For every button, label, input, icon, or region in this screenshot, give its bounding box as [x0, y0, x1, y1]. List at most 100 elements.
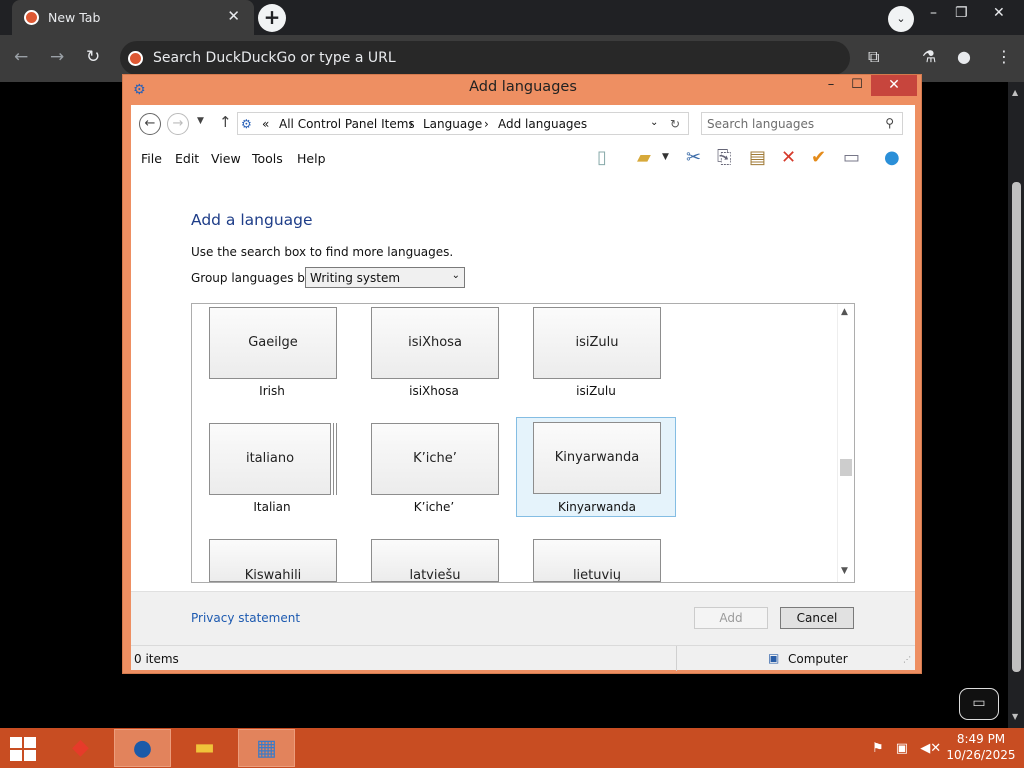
language-tile-italian[interactable]: italiano Italian [192, 420, 352, 520]
window-title: Add languages [469, 79, 577, 95]
tile-caption: isiXhosa [409, 384, 459, 398]
back-icon[interactable]: ← [139, 113, 161, 135]
language-tile-isixhosa[interactable]: isiXhosa isiXhosa [354, 304, 514, 404]
minimize-icon[interactable]: – [930, 5, 937, 21]
folder-options-icon[interactable]: ▰ [637, 147, 651, 168]
recent-pages-chevron-icon[interactable]: ▼ [197, 116, 204, 126]
taskbar: ◆ ● ▬ ▦ ⚑ ▣ ◀✕ 8:49 PM 10/26/2025 [0, 728, 1024, 768]
taskbar-control-panel-icon[interactable]: ▦ [238, 729, 295, 767]
profile-icon[interactable]: ● [957, 47, 971, 66]
privacy-statement-link[interactable]: Privacy statement [191, 611, 300, 625]
refresh-icon[interactable]: ↻ [670, 117, 680, 131]
breadcrumb[interactable]: ⚙ « All Control Panel Items › Language ›… [237, 112, 689, 135]
grid-scrollbar[interactable]: ▲ ▼ [837, 304, 854, 582]
language-tile-isizulu[interactable]: isiZulu isiZulu [516, 304, 676, 404]
address-bar-placeholder: Search DuckDuckGo or type a URL [153, 50, 396, 66]
layout-pane-icon[interactable]: ▯ [597, 147, 607, 168]
language-tile-kiswahili[interactable]: Kiswahili [192, 536, 352, 582]
breadcrumb-language[interactable]: Language [423, 117, 482, 131]
volume-muted-icon[interactable]: ◀✕ [920, 741, 941, 756]
search-languages-field[interactable]: Search languages ⚲ [701, 112, 903, 135]
page-scrollbar[interactable]: ▲ ▼ [1008, 82, 1024, 728]
taskbar-browser-icon[interactable]: ● [114, 729, 171, 767]
scroll-down-icon[interactable]: ▼ [1012, 712, 1018, 721]
tile-caption: Kinyarwanda [558, 500, 636, 514]
status-divider [676, 646, 677, 671]
menu-tools[interactable]: Tools [252, 151, 283, 166]
properties-check-icon[interactable]: ✔ [811, 147, 826, 168]
add-button[interactable]: Add [694, 607, 768, 629]
more-menu-icon[interactable]: ⋮ [996, 47, 1012, 66]
scrollbar-thumb[interactable] [840, 459, 852, 476]
copy-icon[interactable]: ⎘ [717, 147, 731, 168]
language-tile-irish[interactable]: Gaeilge Irish [192, 304, 352, 404]
action-center-flag-icon[interactable]: ⚑ [872, 741, 884, 756]
breadcrumb-separator[interactable]: › [409, 117, 414, 131]
taskbar-app-icon[interactable]: ◆ [52, 729, 109, 767]
tab-search-chevron-icon[interactable]: ⌄ [888, 6, 914, 32]
chat-icon[interactable]: ▭ [959, 688, 999, 720]
tile-native-name: italiano [209, 423, 331, 495]
language-tile-latvian[interactable]: latviešu [354, 536, 514, 582]
clock-time: 8:49 PM [956, 732, 1006, 746]
page-title: Add a language [191, 211, 313, 229]
system-tray: ⚑ ▣ ◀✕ [872, 741, 941, 756]
address-bar[interactable]: Search DuckDuckGo or type a URL [120, 41, 850, 75]
restore-icon[interactable]: ❐ [955, 5, 968, 21]
scroll-down-icon[interactable]: ▼ [841, 566, 848, 576]
tile-caption: Irish [259, 384, 285, 398]
cancel-button[interactable]: Cancel [780, 607, 854, 629]
scrollbar-thumb[interactable] [1012, 182, 1021, 672]
new-tab-button[interactable]: + [258, 4, 286, 32]
back-icon[interactable]: ← [14, 47, 28, 67]
close-window-icon[interactable]: ✕ [993, 5, 1005, 21]
clock[interactable]: 8:49 PM 10/26/2025 [940, 731, 1022, 763]
resize-grip-icon[interactable]: ⋰ [903, 655, 911, 664]
language-tile-kinyarwanda[interactable]: Kinyarwanda Kinyarwanda [516, 417, 676, 517]
breadcrumb-overflow[interactable]: « [262, 117, 269, 131]
globe-icon[interactable]: ● [884, 147, 900, 168]
tile-caption: Italian [253, 500, 291, 514]
window-client: ← → ▼ ↑ ⚙ « All Control Panel Items › La… [131, 105, 915, 671]
language-tile-lithuanian[interactable]: lietuvių [516, 536, 676, 582]
reload-icon[interactable]: ↻ [86, 47, 100, 67]
dialog-footer: Privacy statement Add Cancel [131, 591, 915, 645]
extensions-icon[interactable]: ⧉ [868, 47, 879, 67]
menu-file[interactable]: File [141, 151, 162, 166]
dropdown-chevron-icon[interactable]: ▼ [662, 152, 669, 162]
menu-edit[interactable]: Edit [175, 151, 199, 166]
menu-help[interactable]: Help [297, 151, 326, 166]
language-tile-kiche[interactable]: K’iche’ K’iche’ [354, 420, 514, 520]
labs-flask-icon[interactable]: ⚗ [922, 47, 936, 66]
breadcrumb-add-languages[interactable]: Add languages [498, 117, 587, 131]
menu-view[interactable]: View [211, 151, 241, 166]
rename-icon[interactable]: ▭ [843, 147, 860, 168]
tab-title: New Tab [48, 10, 101, 25]
tile-native-name: latviešu [371, 539, 499, 582]
address-dropdown-chevron-icon[interactable]: ⌄ [650, 117, 658, 128]
up-arrow-icon[interactable]: ↑ [219, 113, 232, 131]
cut-icon[interactable]: ✂ [686, 147, 701, 168]
taskbar-file-explorer-icon[interactable]: ▬ [176, 729, 233, 767]
breadcrumb-separator[interactable]: › [484, 117, 489, 131]
scroll-up-icon[interactable]: ▲ [1012, 88, 1018, 97]
window-maximize-icon[interactable]: ☐ [841, 75, 873, 95]
start-button[interactable] [10, 737, 38, 761]
network-icon[interactable]: ▣ [896, 741, 908, 756]
forward-icon[interactable]: → [50, 47, 64, 67]
window-close-button[interactable]: ✕ [871, 75, 917, 96]
menu-bar: File Edit View Tools Help ▯ ▰ ▼ ✂ ⎘ ▤ ✕ … [131, 143, 915, 173]
tab-close-icon[interactable]: ✕ [227, 7, 240, 25]
status-bar: 0 items ▣ Computer ⋰ [131, 645, 915, 671]
breadcrumb-all-control-panel-items[interactable]: All Control Panel Items [279, 117, 415, 131]
search-icon[interactable]: ⚲ [885, 116, 894, 130]
language-grid: Gaeilge Irish isiXhosa isiXhosa isiZulu … [191, 303, 855, 583]
forward-icon[interactable]: → [167, 113, 189, 135]
scroll-up-icon[interactable]: ▲ [841, 307, 848, 317]
tab-strip: New Tab ✕ + ⌄ – ❐ ✕ [0, 0, 1024, 35]
tab-new-tab[interactable]: New Tab ✕ [12, 0, 254, 35]
delete-icon[interactable]: ✕ [781, 147, 796, 168]
group-by-select[interactable]: Writing system ⌄ [305, 267, 465, 288]
paste-icon[interactable]: ▤ [749, 147, 766, 168]
search-hint: Use the search box to find more language… [191, 245, 454, 259]
